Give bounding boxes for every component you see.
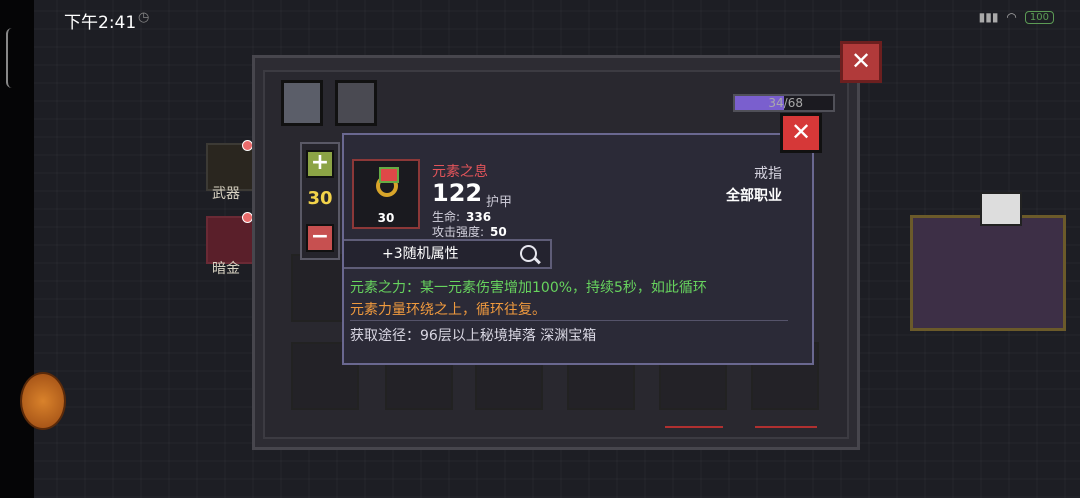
effect-description-2: 元素力量环绕之上，循环往复。 bbox=[350, 302, 546, 318]
stat-row-attack: 攻击强度: 50 bbox=[432, 223, 507, 240]
wifi-icon: ◠ bbox=[1006, 10, 1017, 24]
treasure-chest[interactable] bbox=[910, 215, 1066, 331]
effect-description-1: 元素之力：某一元素伤害增加100%，持续5秒，如此循环 bbox=[350, 280, 707, 296]
item-source: 获取途径：96层以上秘境掉落 深渊宝箱 bbox=[350, 328, 597, 344]
capacity-text: 34/68 bbox=[768, 96, 803, 110]
increase-button[interactable]: + bbox=[306, 150, 334, 178]
treasure-button[interactable] bbox=[20, 372, 66, 430]
item-name: 元素之息 bbox=[432, 164, 488, 180]
tab-all[interactable] bbox=[281, 80, 323, 126]
sidebar-item-darkgold-label[interactable]: 暗金 bbox=[212, 258, 240, 278]
rarity-line bbox=[755, 426, 817, 428]
close-tooltip-button[interactable]: ✕ bbox=[780, 113, 822, 153]
stat-value: 50 bbox=[490, 225, 507, 239]
alarm-icon: ◷ bbox=[138, 10, 150, 25]
rarity-line bbox=[665, 426, 723, 428]
stat-value: 336 bbox=[466, 210, 492, 224]
gem-icon bbox=[379, 167, 399, 183]
item-icon-slot: 30 bbox=[352, 159, 420, 229]
item-main-value: 122 bbox=[432, 179, 483, 207]
status-time: 下午2:41 bbox=[64, 13, 137, 33]
divider bbox=[350, 320, 788, 321]
item-level: 30 bbox=[377, 211, 395, 225]
dark-gold-tab-icon[interactable] bbox=[206, 216, 254, 264]
item-class-requirement: 全部职业 bbox=[726, 188, 782, 204]
stat-label: 攻击强度: bbox=[432, 225, 485, 239]
sidebar-item-weapon-label[interactable]: 武器 bbox=[212, 183, 240, 203]
inventory-capacity: 34/68 bbox=[733, 94, 835, 112]
item-slot-type: 戒指 bbox=[754, 166, 782, 182]
battery-icon: 100 bbox=[1024, 10, 1054, 24]
random-attribute-label: +3随机属性 bbox=[382, 246, 459, 262]
magnifier-icon[interactable] bbox=[520, 245, 537, 262]
notch bbox=[6, 28, 12, 88]
tab-armor[interactable] bbox=[335, 80, 377, 126]
quantity-stepper: + 30 − bbox=[300, 142, 340, 260]
signal-icon: ▮▮▮ bbox=[978, 10, 999, 24]
stat-label: 生命: bbox=[432, 210, 461, 224]
chest-hint-bubble bbox=[980, 192, 1022, 226]
decrease-button[interactable]: − bbox=[306, 224, 334, 252]
quantity-value: 30 bbox=[307, 188, 333, 209]
item-tooltip: 30 元素之息 122 护甲 生命: 336 攻击强度: 50 戒指 全部职业 +3… bbox=[342, 133, 814, 365]
status-icons: ▮▮▮ ◠ 100 bbox=[979, 10, 1054, 24]
close-inventory-button[interactable]: ✕ bbox=[840, 41, 882, 83]
random-attribute-button[interactable]: +3随机属性 bbox=[344, 239, 552, 269]
